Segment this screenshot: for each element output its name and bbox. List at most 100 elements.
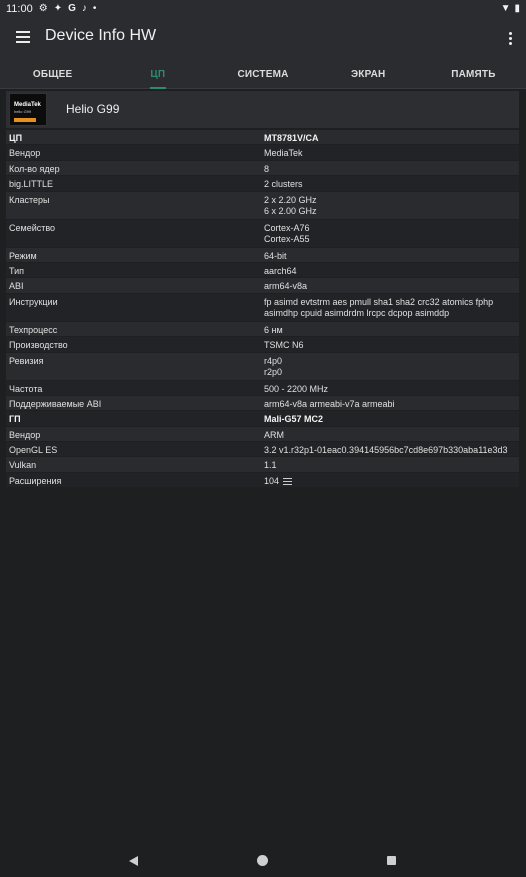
row-key: Поддерживаемые ABI: [9, 398, 102, 409]
table-row[interactable]: big.LITTLE 2 clusters: [6, 176, 519, 192]
table-row[interactable]: ABI arm64-v8a: [6, 278, 519, 294]
tab-system[interactable]: СИСТЕМА: [210, 58, 315, 88]
tab-cpu[interactable]: ЦП: [105, 58, 210, 89]
chip-logo-tag: [14, 118, 36, 122]
row-key: ЦП: [9, 133, 23, 143]
status-bar: 11:00 ⚙ ✦ G ♪ • ▼ ▮: [0, 0, 526, 18]
row-key: Ревизия: [9, 355, 44, 366]
row-key: Производство: [9, 340, 68, 351]
row-value-text: 6 нм: [264, 324, 283, 335]
row-value-text: Cortex-A76 Cortex-A55: [264, 222, 310, 244]
row-value-text: 104: [264, 475, 280, 486]
row-key: Кол-во ядер: [9, 163, 60, 174]
navigation-bar: [0, 845, 526, 877]
row-value-text: TSMC N6: [264, 340, 304, 351]
chip-logo-model: helio G99: [14, 109, 32, 114]
table-row[interactable]: OpenGL ES 3.2 v1.r32p1-01eac0.394145956bc…: [6, 442, 519, 458]
menu-icon[interactable]: [14, 28, 34, 48]
table-row[interactable]: Тип aarch64: [6, 262, 519, 279]
table-row[interactable]: Семейство Cortex-A76 Cortex-A55: [6, 219, 519, 248]
battery-icon: ▮: [514, 3, 520, 14]
table-row[interactable]: Ревизия r4p0 r2p0: [6, 352, 519, 381]
row-key: Тип: [9, 265, 25, 276]
row-value: Mali-G57 MC2: [264, 414, 519, 425]
row-value: 8: [264, 164, 519, 175]
row-value: Cortex-A76 Cortex-A55: [264, 223, 519, 245]
row-value-text: r4p0 r2p0: [264, 355, 283, 377]
section-header-row[interactable]: ЦП MT8781V/CA: [6, 130, 519, 146]
row-key: Техпроцесс: [9, 324, 58, 335]
home-icon[interactable]: [257, 855, 268, 866]
table-row[interactable]: Режим 64-bit: [6, 247, 519, 263]
tab-display[interactable]: ЭКРАН: [316, 58, 421, 88]
row-value-text: arm64-v8a armeabi-v7a armeabi: [264, 398, 395, 409]
row-key: Расширения: [9, 475, 62, 486]
row-value: arm64-v8a armeabi-v7a armeabi: [264, 399, 519, 410]
row-value-text: 64-bit: [264, 250, 287, 261]
row-value: 64-bit: [264, 251, 519, 262]
row-value: 1.1: [264, 460, 519, 471]
row-key: ГП: [9, 414, 21, 425]
row-value-text: 3.2 v1.r32p1-01eac0.394145956bc7cd8e697b…: [264, 445, 508, 456]
table-row[interactable]: Вендор MediaTek: [6, 145, 519, 161]
table-row[interactable]: Производство TSMC N6: [6, 337, 519, 353]
row-key: Вендор: [9, 148, 41, 159]
row-value-text: 2 x 2.20 GHz 6 x 2.00 GHz: [264, 194, 317, 216]
wifi-icon: ▼: [500, 3, 511, 14]
tab-memory[interactable]: ПАМЯТЬ: [421, 58, 526, 88]
google-icon: G: [68, 3, 76, 14]
table-row[interactable]: Кластеры 2 x 2.20 GHz 6 x 2.00 GHz: [6, 191, 519, 220]
row-value: 104: [264, 476, 519, 487]
tab-bar: ОБЩЕЕ ЦП СИСТЕМА ЭКРАН ПАМЯТЬ: [0, 58, 526, 89]
row-key: Кластеры: [9, 194, 50, 205]
row-value: arm64-v8a: [264, 281, 519, 292]
row-value: 2 clusters: [264, 179, 519, 190]
row-key: Семейство: [9, 222, 56, 233]
row-value: r4p0 r2p0: [264, 356, 519, 378]
row-value-text: 1.1: [264, 460, 277, 471]
recents-icon[interactable]: [387, 856, 396, 865]
row-value-text: 8: [264, 163, 270, 174]
row-key: OpenGL ES: [9, 445, 58, 456]
dot-icon: •: [92, 3, 97, 14]
row-value-text: aarch64: [264, 265, 297, 276]
table-row[interactable]: Техпроцесс 6 нм: [6, 321, 519, 338]
table-row[interactable]: Vulkan 1.1: [6, 457, 519, 473]
table-row[interactable]: Расширения 104: [6, 472, 519, 489]
chip-name: Helio G99: [66, 102, 120, 116]
row-key: ABI: [9, 281, 24, 292]
row-key: Инструкции: [9, 296, 58, 307]
tab-general[interactable]: ОБЩЕЕ: [0, 58, 105, 88]
row-value: TSMC N6: [264, 340, 519, 351]
row-value: fp asimd evtstrm aes pmull sha1 sha2 crc…: [264, 297, 519, 319]
row-value-text: fp asimd evtstrm aes pmull sha1 sha2 crc…: [264, 296, 494, 318]
row-value: ARM: [264, 430, 519, 441]
row-key: Режим: [9, 250, 37, 261]
row-key: Vulkan: [9, 460, 37, 471]
row-value: MT8781V/CA: [264, 133, 519, 144]
notification-icon: ✦: [53, 3, 63, 14]
section-header-row[interactable]: ГП Mali-G57 MC2: [6, 411, 519, 427]
table-row[interactable]: Частота 500 - 2200 MHz: [6, 380, 519, 396]
back-icon[interactable]: [129, 856, 138, 866]
settings-icon: ⚙: [38, 3, 48, 14]
app-title: Device Info HW: [45, 27, 157, 44]
row-value: aarch64: [264, 266, 519, 277]
row-value-text: MediaTek: [264, 148, 303, 159]
row-value-text: ARM: [264, 429, 284, 440]
row-value: 2 x 2.20 GHz 6 x 2.00 GHz: [264, 195, 519, 217]
table-row[interactable]: Поддерживаемые ABI arm64-v8a armeabi-v7a …: [6, 395, 519, 412]
row-key: Вендор: [9, 429, 41, 440]
app-bar: Device Info HW: [0, 18, 526, 58]
info-table: ЦП MT8781V/CA Вендор MediaTek Кол-во ядер 8 bi…: [6, 130, 519, 489]
row-value: 6 нм: [264, 325, 519, 336]
list-icon[interactable]: [283, 477, 293, 485]
more-options-icon[interactable]: [506, 28, 514, 48]
row-value-text: arm64-v8a: [264, 281, 308, 292]
table-row[interactable]: Вендор ARM: [6, 426, 519, 443]
table-row[interactable]: Кол-во ядер 8: [6, 160, 519, 177]
row-value-text: Mali-G57 MC2: [264, 414, 324, 425]
row-value-text: 500 - 2200 MHz: [264, 383, 329, 394]
table-row[interactable]: Инструкции fp asimd evtstrm aes pmull sha…: [6, 293, 519, 322]
row-value: MediaTek: [264, 148, 519, 159]
